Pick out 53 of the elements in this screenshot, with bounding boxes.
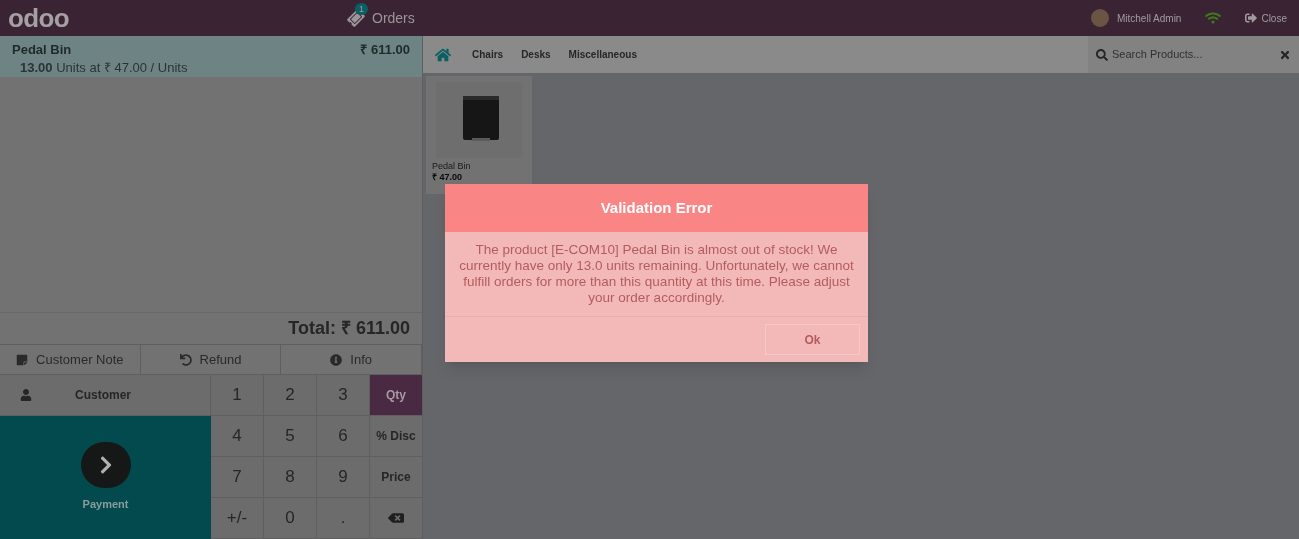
numpad-key[interactable]: 5 xyxy=(264,416,317,457)
home-icon xyxy=(435,46,451,63)
product-price: ₹ 47.00 xyxy=(432,172,464,183)
numpad-key[interactable]: 0 xyxy=(264,498,317,539)
exit-icon xyxy=(1245,12,1258,24)
mode-key[interactable]: % Disc xyxy=(370,416,423,457)
close-icon xyxy=(1279,48,1291,61)
wifi-icon xyxy=(1205,10,1222,26)
chevron-icon xyxy=(80,442,131,489)
product-card[interactable]: Pedal Bin ₹ 47.00 xyxy=(426,76,532,194)
search-field[interactable]: Search Products... xyxy=(1112,46,1275,63)
user-name: Mitchell Admin xyxy=(1116,11,1182,26)
numpad-key[interactable]: 7 xyxy=(211,457,264,498)
mode-key[interactable]: Qty xyxy=(370,375,423,416)
line-quantity: 13.00 xyxy=(20,59,53,75)
dialog-title: Validation Error xyxy=(600,197,713,218)
backspace-key[interactable] xyxy=(370,498,423,539)
avatar xyxy=(1090,9,1109,27)
category-button[interactable]: Miscellaneous xyxy=(559,47,646,62)
ok-button[interactable]: Ok xyxy=(765,324,860,355)
line-price: ₹ 611.00 xyxy=(360,41,410,59)
search-box[interactable]: Search Products... xyxy=(1088,36,1299,73)
numpad-key[interactable]: . xyxy=(317,498,370,539)
numpad-key[interactable]: 9 xyxy=(317,457,370,498)
action-button[interactable]: Refund xyxy=(140,345,282,374)
category-button[interactable]: Desks xyxy=(512,47,560,62)
product-name: Pedal Bin xyxy=(12,41,72,59)
payment-button[interactable]: Payment xyxy=(0,416,211,539)
action-button[interactable]: Customer Note xyxy=(0,345,141,374)
numpad-key[interactable]: +/- xyxy=(211,498,264,539)
line-detail: Units at ₹ 47.00 / Units xyxy=(56,59,188,75)
numpad-key[interactable]: 8 xyxy=(264,457,317,498)
numpad-key[interactable]: 4 xyxy=(211,416,264,457)
numpad-key[interactable]: 6 xyxy=(317,416,370,457)
note-icon xyxy=(16,353,29,366)
product-name: Pedal Bin xyxy=(432,160,472,172)
orders-badge: 1 xyxy=(355,2,368,15)
action-button[interactable]: Info xyxy=(281,345,422,374)
order-total: Total: ₹ 611.00 xyxy=(288,317,410,340)
user-icon xyxy=(20,389,32,401)
info-icon xyxy=(330,353,343,366)
search-icon xyxy=(1096,48,1108,61)
logo: odoo xyxy=(8,5,70,31)
numpad-key[interactable]: 3 xyxy=(317,375,370,416)
close-button[interactable]: Close xyxy=(1245,10,1287,26)
numpad-key[interactable]: 1 xyxy=(211,375,264,416)
customer-button[interactable]: Customer xyxy=(0,375,211,416)
undo-icon xyxy=(179,353,192,366)
mode-key[interactable]: Price xyxy=(370,457,423,498)
numpad-key[interactable]: 2 xyxy=(264,375,317,416)
category-button[interactable]: Chairs xyxy=(463,47,513,62)
backspace-icon xyxy=(388,510,404,526)
dialog-message: The product [E-COM10] Pedal Bin is almost out of stock! We currently have only 13.0 units remaining. Unfortunately, we cannot fulfill orders for more than this quantity at this time. Please adjust your order accordingly. xyxy=(458,242,855,306)
